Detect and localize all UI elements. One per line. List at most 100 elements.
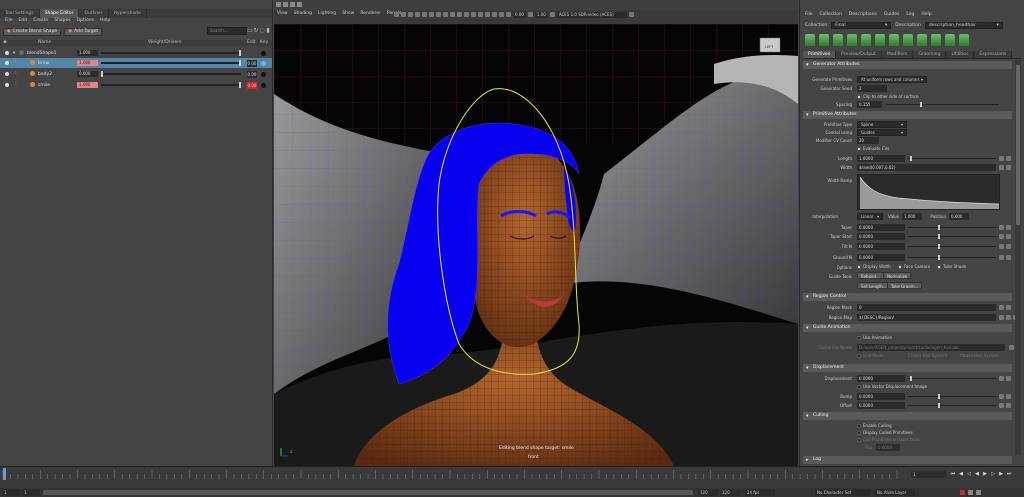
bump-field[interactable]: 0.0000	[857, 393, 905, 400]
checkbox-box[interactable]	[857, 438, 861, 442]
tab-modifiers[interactable]: Modifiers	[881, 51, 914, 58]
slider-knob[interactable]	[938, 234, 940, 239]
expression-editor-icon[interactable]	[999, 244, 1004, 249]
layout-single-icon[interactable]	[276, 2, 281, 7]
tube-shade-checkbox[interactable]: Tube Shade	[937, 264, 966, 269]
layout-four-icon[interactable]	[283, 2, 288, 7]
gamma-icon[interactable]	[527, 12, 533, 17]
weight-field[interactable]: 1.000	[77, 60, 98, 66]
checkbox-box[interactable]	[857, 147, 861, 151]
menu-shading[interactable]: Shading	[294, 10, 312, 18]
menu-help[interactable]: Help	[100, 18, 110, 24]
use-animation-checkbox[interactable]: Use Animation	[857, 335, 892, 340]
generator-seed-field[interactable]: 2	[857, 85, 887, 92]
menu-file[interactable]: File	[5, 18, 13, 24]
gamma-field[interactable]: 1.00	[534, 11, 548, 18]
key-button[interactable]	[261, 82, 266, 88]
chevron-down-icon[interactable]	[1006, 234, 1011, 239]
camera-icon[interactable]	[394, 12, 399, 17]
folder-icon[interactable]	[1006, 315, 1011, 320]
color-management-icon[interactable]	[549, 12, 555, 17]
shape-row-body2[interactable]: └ body2 0.000 0.00	[0, 69, 272, 79]
shape-row-brow[interactable]: └ brow 1.000 0.00	[0, 58, 272, 68]
tab-hypershade[interactable]: Hypershade	[109, 9, 147, 18]
collection-dropdown[interactable]: Final ▾	[831, 21, 892, 29]
auto-key-icon[interactable]	[960, 490, 965, 495]
checkbox-box[interactable]	[857, 354, 861, 358]
evaluate-cvs-checkbox[interactable]: Evaluate CVs	[857, 146, 889, 151]
tab-utilities[interactable]: Utilities	[946, 51, 975, 58]
tab-outliner[interactable]: Outliner	[79, 9, 109, 18]
visibility-toggle-icon[interactable]	[5, 51, 9, 55]
fps-dropdown[interactable]: 24 fps	[745, 489, 775, 496]
play-forward-icon[interactable]: ▶	[982, 471, 988, 477]
time-slider[interactable]: 1 ⏮ ◀ ◁ ◀ ▶ ▷ ▶ ⏭	[0, 466, 1024, 488]
delete-icon[interactable]: ▮	[265, 28, 271, 34]
checkbox-box[interactable]	[857, 385, 861, 389]
expression-editor-icon[interactable]	[999, 376, 1004, 381]
width-ramp-editor[interactable]	[857, 174, 1000, 210]
checkbox-box[interactable]	[857, 336, 861, 340]
control-using-dropdown[interactable]: Guides ▾	[857, 129, 907, 136]
flip-field[interactable]: 0.0000	[876, 444, 900, 451]
offset-field[interactable]: 0.0000	[857, 402, 905, 409]
tab-tool-settings[interactable]: Tool Settings	[0, 9, 40, 18]
step-back-key-icon[interactable]: ◀	[958, 471, 964, 477]
slider-knob[interactable]	[239, 60, 241, 66]
slider-knob[interactable]	[910, 376, 912, 381]
expression-editor-icon[interactable]	[999, 234, 1004, 239]
expression-editor-icon[interactable]	[999, 305, 1004, 310]
playback-end-field[interactable]: 120	[698, 489, 718, 496]
bump-slider[interactable]	[908, 394, 996, 399]
primitive-attributes-header[interactable]: Primitive Attributes	[803, 111, 1012, 119]
menu-lighting[interactable]: Lighting	[318, 10, 336, 18]
weight-field[interactable]: 1.000	[77, 50, 98, 56]
visibility-toggle-icon[interactable]	[5, 83, 9, 87]
expression-editor-icon[interactable]	[999, 225, 1004, 230]
checkbox-box[interactable]	[937, 265, 941, 269]
current-time-indicator[interactable]	[3, 468, 6, 480]
weight-field[interactable]: 0.000	[77, 71, 98, 77]
chevron-down-icon[interactable]	[1006, 376, 1011, 381]
create-blend-shape-button[interactable]: ◆ Create Blend Shape	[3, 28, 62, 36]
spacing-slider[interactable]	[886, 102, 999, 107]
create-collection-icon[interactable]	[805, 33, 815, 46]
menu-log[interactable]: Log	[906, 12, 914, 17]
slider-knob[interactable]	[920, 102, 922, 107]
slider-knob[interactable]	[938, 244, 940, 249]
anim-end-field[interactable]: 120	[720, 489, 740, 496]
menu-create[interactable]: Create	[33, 18, 48, 24]
exposure-field[interactable]: 0.00	[513, 11, 526, 18]
menu-view[interactable]: View	[277, 10, 288, 18]
log-header[interactable]: Log	[803, 456, 1012, 464]
checkbox-box[interactable]	[857, 431, 861, 435]
displacement-field[interactable]: 0.0000	[857, 375, 905, 382]
length-field[interactable]: 1.0000	[857, 155, 905, 162]
ground-n-field[interactable]: 0.0000	[857, 254, 905, 261]
key-button[interactable]	[261, 71, 266, 77]
chevron-down-icon[interactable]	[1006, 156, 1011, 161]
set-length-button[interactable]: Set Length...	[857, 282, 891, 289]
cull-backface-checkbox[interactable]: Cull Primitives on back faces	[857, 437, 920, 442]
weight-slider[interactable]	[101, 60, 241, 66]
take-groom-button[interactable]: Take Groom...	[887, 282, 923, 289]
chevron-down-icon[interactable]	[1006, 255, 1011, 260]
wireframe-icon[interactable]	[422, 12, 427, 17]
edit-button[interactable]: 0.00	[247, 59, 257, 67]
primitive-type-dropdown[interactable]: Spline ▾	[857, 121, 907, 128]
slider-knob[interactable]	[938, 225, 940, 230]
menu-descriptions[interactable]: Descriptions	[849, 12, 877, 17]
ao-icon[interactable]	[457, 12, 462, 17]
weight-slider[interactable]	[101, 50, 241, 56]
step-back-icon[interactable]: ◁	[966, 471, 972, 477]
paint-map-icon[interactable]	[999, 315, 1004, 320]
play-back-icon[interactable]: ◀	[974, 471, 980, 477]
search-input[interactable]: Search...	[207, 27, 247, 35]
display-width-checkbox[interactable]: Display Width	[857, 264, 891, 269]
tab-preview-output[interactable]: Preview/Output	[836, 51, 882, 58]
create-description-icon[interactable]	[819, 33, 829, 46]
weight-slider[interactable]	[101, 82, 241, 88]
xray-icon[interactable]	[485, 12, 490, 17]
length-slider[interactable]	[908, 156, 996, 161]
spacing-field[interactable]: 0.155	[857, 101, 882, 108]
